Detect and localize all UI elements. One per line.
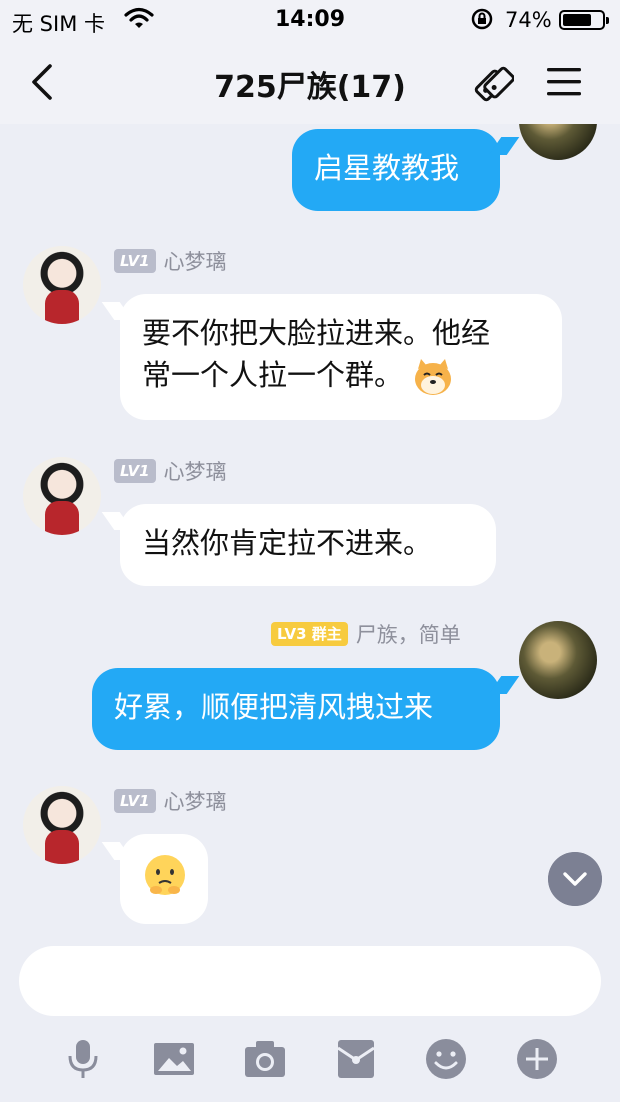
message-text: 当然你肯定拉不进来。: [142, 526, 433, 560]
message-bubble-incoming[interactable]: 当然你肯定拉不进来。: [120, 504, 496, 586]
message-input[interactable]: [19, 946, 601, 1016]
avatar[interactable]: [23, 786, 101, 864]
plus-icon[interactable]: [514, 1036, 560, 1082]
avatar[interactable]: [519, 621, 597, 699]
avatar[interactable]: [23, 246, 101, 324]
group-tag-icon[interactable]: [470, 62, 514, 106]
battery-icon: [559, 10, 609, 30]
battery-fill: [563, 14, 591, 26]
microphone-icon[interactable]: [60, 1036, 106, 1082]
nav-bar: 725尸族(17): [0, 40, 620, 124]
level-badge: LV1: [114, 249, 156, 273]
level-badge: LV3 群主: [271, 622, 348, 646]
scroll-to-bottom-icon[interactable]: [548, 852, 602, 906]
camera-icon[interactable]: [242, 1036, 288, 1082]
image-icon[interactable]: [151, 1036, 197, 1082]
emoji-icon[interactable]: [423, 1036, 469, 1082]
message-text-line: 常一个人拉一个群。: [142, 358, 404, 392]
red-packet-icon[interactable]: [333, 1036, 379, 1082]
message-list[interactable]: 启星教教我 LV1 心梦璃 要不你把大脸拉进来。他经 常一个人拉一个群。 LV1…: [0, 124, 620, 930]
sender-meta: LV3 群主 尸族，简单: [271, 621, 461, 647]
menu-icon[interactable]: [545, 64, 583, 100]
message-bubble-incoming[interactable]: [120, 834, 208, 924]
message-text-line: 要不你把大脸拉进来。他经: [142, 316, 491, 350]
battery-percent: 74%: [505, 8, 552, 32]
rotation-lock-icon: [471, 8, 493, 30]
sender-name: 心梦璃: [163, 250, 227, 274]
avatar[interactable]: [23, 457, 101, 535]
sender-meta: LV1 心梦璃: [114, 248, 227, 274]
sender-meta: LV1 心梦璃: [114, 788, 227, 814]
sender-name: 尸族，简单: [355, 623, 461, 647]
level-badge: LV1: [114, 789, 156, 813]
message-bubble-incoming[interactable]: 要不你把大脸拉进来。他经 常一个人拉一个群。: [120, 294, 562, 420]
message-bubble-outgoing[interactable]: 启星教教我: [292, 129, 500, 211]
message-text: 好累，顺便把清风拽过来: [114, 690, 434, 724]
input-area: [0, 930, 620, 1102]
face-emoji-icon: [145, 855, 185, 895]
message-text: 启星教教我: [314, 151, 460, 185]
status-bar: 无 SIM 卡 14:09 74%: [0, 0, 620, 40]
sender-name: 心梦璃: [163, 790, 227, 814]
avatar[interactable]: [519, 124, 597, 160]
message-bubble-outgoing[interactable]: 好累，顺便把清风拽过来: [92, 668, 500, 750]
level-badge: LV1: [114, 459, 156, 483]
doge-icon: [415, 359, 452, 395]
sender-name: 心梦璃: [163, 460, 227, 484]
chat-title: 725尸族(17): [214, 70, 406, 105]
sender-meta: LV1 心梦璃: [114, 458, 227, 484]
